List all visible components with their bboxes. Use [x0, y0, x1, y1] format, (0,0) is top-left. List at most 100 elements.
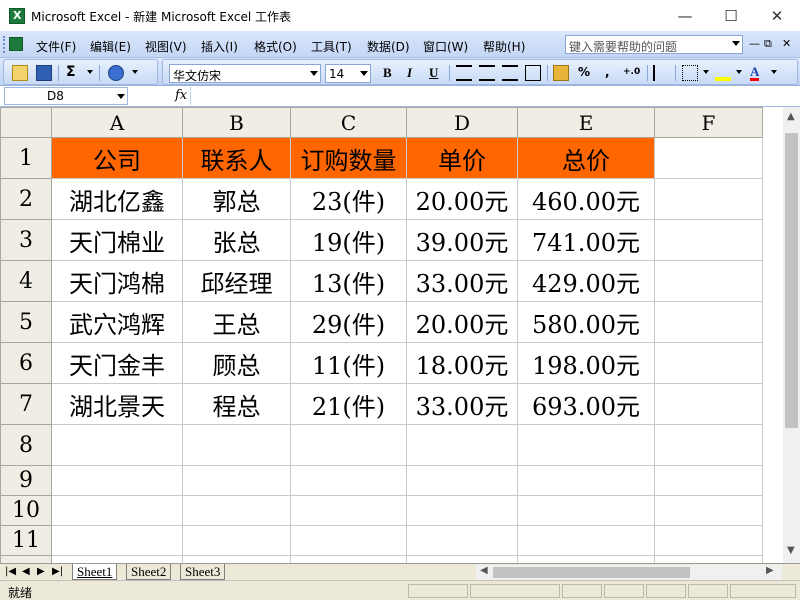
vertical-scrollbar[interactable]: ▲ ▼ [783, 107, 800, 563]
borders-icon[interactable] [682, 65, 698, 81]
row-header[interactable]: 2 [0, 178, 52, 220]
help-search-input[interactable]: 键入需要帮助的问题 [565, 35, 743, 54]
underline-button[interactable]: U [429, 65, 438, 81]
worksheet-grid[interactable]: A B C D E F 1 公司 联系人 订购数量 单价 总价 2 湖北亿鑫 郭… [0, 107, 800, 563]
cell-unit-price[interactable]: 18.00元 [406, 342, 518, 384]
cell[interactable] [406, 525, 518, 556]
cell-company[interactable]: 武穴鸿辉 [51, 301, 183, 343]
cell-total-price[interactable]: 693.00元 [517, 383, 655, 425]
workbook-restore-button[interactable]: ⧉ [764, 37, 772, 51]
row-header[interactable]: 4 [0, 260, 52, 302]
fill-color-dropdown-icon[interactable] [736, 70, 742, 74]
cell[interactable] [654, 495, 763, 526]
cell-company[interactable]: 湖北亿鑫 [51, 178, 183, 220]
row-header[interactable]: 9 [0, 465, 52, 496]
vertical-scroll-thumb[interactable] [785, 133, 798, 428]
tab-sheet3[interactable]: Sheet3 [180, 564, 226, 580]
cell-company[interactable]: 天门棉业 [51, 219, 183, 261]
column-header-f[interactable]: F [654, 107, 763, 138]
row-header[interactable]: 11 [0, 525, 52, 556]
horizontal-scrollbar[interactable]: ◀ ▶ [476, 565, 782, 580]
cell[interactable] [406, 424, 518, 466]
cell-unit-price[interactable]: 39.00元 [406, 219, 518, 261]
cell-unit-price[interactable]: 20.00元 [406, 178, 518, 220]
cell[interactable] [290, 424, 407, 466]
cell[interactable] [51, 555, 183, 563]
cell[interactable] [654, 383, 763, 425]
italic-button[interactable]: I [407, 65, 412, 81]
column-header-b[interactable]: B [182, 107, 291, 138]
close-button[interactable]: ✕ [754, 0, 800, 31]
row-header[interactable]: 5 [0, 301, 52, 343]
open-folder-icon[interactable] [12, 65, 28, 81]
first-sheet-icon[interactable]: |◀ [5, 566, 16, 577]
select-all-corner[interactable] [0, 107, 52, 138]
cell[interactable] [182, 525, 291, 556]
column-header-e[interactable]: E [517, 107, 655, 138]
insert-function-icon[interactable]: fx [175, 88, 187, 103]
menu-help[interactable]: 帮助(H) [483, 38, 525, 55]
currency-icon[interactable] [553, 65, 569, 81]
cell[interactable] [406, 465, 518, 496]
help-icon[interactable] [108, 65, 124, 81]
cell-contact[interactable]: 王总 [182, 301, 291, 343]
column-header-d[interactable]: D [406, 107, 518, 138]
font-color-dropdown-icon[interactable] [771, 70, 777, 74]
cell-quantity[interactable]: 13(件) [290, 260, 407, 302]
scroll-down-icon[interactable]: ▼ [787, 545, 795, 556]
menu-format[interactable]: 格式(O) [254, 38, 297, 55]
cell-unit-price[interactable]: 20.00元 [406, 301, 518, 343]
cell-company[interactable]: 天门金丰 [51, 342, 183, 384]
help-dropdown-arrow[interactable] [732, 41, 740, 46]
cell[interactable] [654, 424, 763, 466]
font-name-select[interactable]: 华文仿宋 [169, 64, 321, 83]
cell[interactable] [182, 495, 291, 526]
font-name-dropdown-icon[interactable] [310, 71, 318, 76]
scroll-right-icon[interactable]: ▶ [766, 565, 774, 576]
cell[interactable] [290, 555, 407, 563]
help-dropdown-icon[interactable] [132, 70, 138, 74]
menu-tools[interactable]: 工具(T) [311, 38, 352, 55]
next-sheet-icon[interactable]: ▶ [37, 566, 45, 577]
excel-app-icon[interactable] [9, 8, 25, 24]
autosum-dropdown-icon[interactable] [87, 70, 93, 74]
cell-contact[interactable]: 顾总 [182, 342, 291, 384]
cell[interactable] [654, 219, 763, 261]
align-right-icon[interactable] [502, 65, 518, 81]
cell-total-price[interactable]: 429.00元 [517, 260, 655, 302]
indent-icon[interactable] [653, 65, 669, 81]
font-color-icon[interactable]: A [750, 65, 760, 81]
cell[interactable] [406, 555, 518, 563]
tab-sheet1[interactable]: Sheet1 [72, 564, 118, 580]
cell-quantity[interactable]: 19(件) [290, 219, 407, 261]
cell[interactable] [654, 465, 763, 496]
fill-color-icon[interactable] [715, 65, 731, 81]
cell[interactable] [290, 525, 407, 556]
cell-quantity[interactable]: 11(件) [290, 342, 407, 384]
last-sheet-icon[interactable]: ▶| [52, 566, 63, 577]
scroll-left-icon[interactable]: ◀ [480, 565, 488, 576]
cell-contact[interactable]: 郭总 [182, 178, 291, 220]
cell[interactable] [654, 137, 763, 179]
row-header[interactable]: 6 [0, 342, 52, 384]
cell[interactable] [51, 495, 183, 526]
percent-button[interactable]: % [578, 65, 590, 79]
menu-view[interactable]: 视图(V) [145, 38, 187, 55]
formula-input[interactable] [190, 87, 798, 105]
cell[interactable] [182, 465, 291, 496]
cell[interactable] [517, 525, 655, 556]
align-center-icon[interactable] [479, 65, 495, 81]
name-box[interactable]: D8 [4, 87, 128, 105]
minimize-button[interactable]: — [662, 0, 708, 31]
comma-button[interactable]: , [605, 65, 610, 79]
cell-total-price[interactable]: 198.00元 [517, 342, 655, 384]
bold-button[interactable]: B [383, 65, 392, 81]
cell-quantity[interactable]: 29(件) [290, 301, 407, 343]
row-header[interactable] [0, 555, 52, 563]
cell-unit-price[interactable]: 33.00元 [406, 383, 518, 425]
scroll-up-icon[interactable]: ▲ [787, 111, 795, 122]
menu-insert[interactable]: 插入(I) [201, 38, 238, 55]
row-header[interactable]: 7 [0, 383, 52, 425]
autosum-icon[interactable]: Σ [66, 64, 82, 80]
increase-decimal-button[interactable]: +.0 [623, 67, 640, 77]
